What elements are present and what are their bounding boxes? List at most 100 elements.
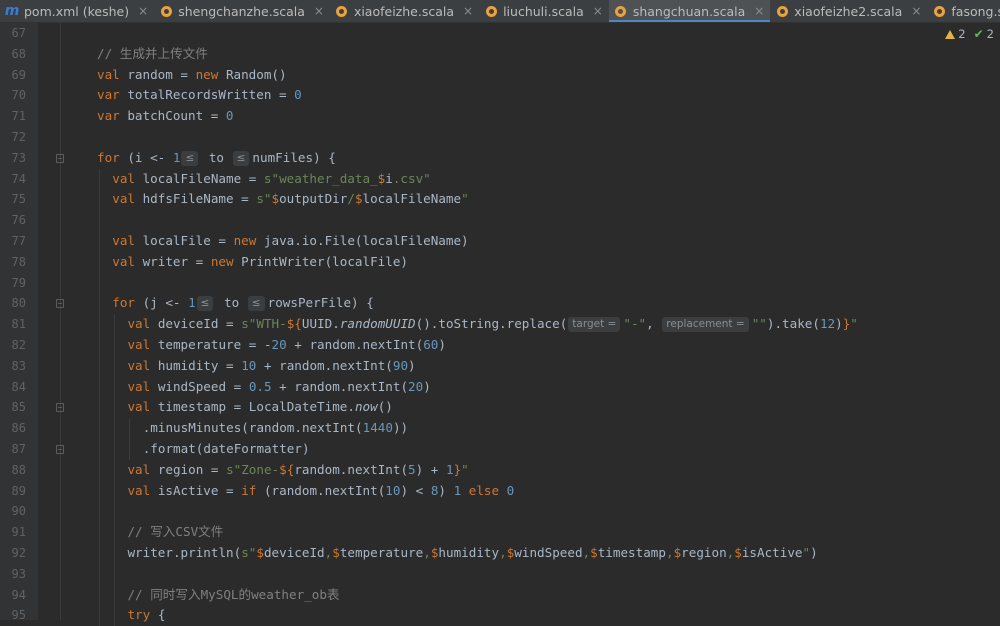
indent-guide xyxy=(99,438,100,460)
code-line[interactable]: 79 xyxy=(0,272,1000,294)
line-number: 71 xyxy=(11,109,26,124)
code-line[interactable]: 93 xyxy=(0,563,1000,585)
code-line[interactable]: 85 val timestamp = LocalDateTime.now() xyxy=(0,397,1000,419)
code-text: writer.println( xyxy=(127,544,242,560)
keyword-token: new xyxy=(195,66,226,82)
code-line[interactable]: 68 // 生成并上传文件 xyxy=(0,44,1000,65)
code-text: localFileName xyxy=(362,191,462,207)
code-line[interactable]: 74 val localFileName = s"weather_data_$i.… xyxy=(0,168,1000,190)
tab-fasong-scala[interactable]: fasong.scala× xyxy=(927,0,1000,22)
string-token: "" xyxy=(751,316,767,332)
tab-shengchanzhe-scala[interactable]: shengchanzhe.scala × xyxy=(154,0,330,22)
code-text: java.io.File(localFileName) xyxy=(263,232,469,248)
code-line[interactable]: 87 .format(dateFormatter) xyxy=(0,438,1000,460)
code-line[interactable]: 92 writer.println(s"$deviceId,$temperatur… xyxy=(0,542,1000,564)
line-number: 80 xyxy=(11,296,26,311)
inspection-widget[interactable]: 2 ✔ 2 xyxy=(945,27,994,41)
indent-guide xyxy=(114,501,116,523)
code-text: () xyxy=(377,399,393,415)
tab-xiaofeizhe2-scala[interactable]: xiaofeizhe2.scala × xyxy=(770,0,927,22)
code-line[interactable]: 67 xyxy=(0,23,1000,44)
indent-guide xyxy=(99,210,100,231)
code-text: localFileName = xyxy=(142,170,264,186)
code-line[interactable]: 70 var totalRecordsWritten = 0 xyxy=(0,85,1000,106)
close-tab-icon[interactable]: × xyxy=(463,4,473,18)
keyword-token: val xyxy=(112,191,143,207)
code-line[interactable]: 88 val region = s"Zone-${random.nextInt(5… xyxy=(0,459,1000,481)
code-line[interactable]: 80 for (j <- 1 ≤ to ≤ rowsPerFile) { xyxy=(0,293,1000,315)
line-number: 84 xyxy=(11,379,26,394)
code-line[interactable]: 71 var batchCount = 0 xyxy=(0,106,1000,127)
close-tab-icon[interactable]: × xyxy=(314,4,324,18)
indent-guide xyxy=(99,459,100,481)
code-line[interactable]: 78 val writer = new PrintWriter(localFile… xyxy=(0,251,1000,273)
line-number: 93 xyxy=(11,566,26,581)
editor-tab-bar: m pom.xml (keshe) × shengchanzhe.scala × xiao… xyxy=(0,0,1000,23)
keyword-token: for xyxy=(97,149,128,165)
close-tab-icon[interactable]: × xyxy=(138,4,148,18)
code-line[interactable]: 86 .minusMinutes(random.nextInt(1440)) xyxy=(0,418,1000,439)
fold-toggle-icon[interactable] xyxy=(56,444,64,454)
code-content: val temperature = -20 + random.nextInt(6… xyxy=(127,335,446,356)
code-text: windSpeed = xyxy=(157,378,249,394)
keyword-token: $ xyxy=(734,544,742,560)
code-line[interactable]: 77 val localFile = new java.io.File(local… xyxy=(0,230,1000,252)
keyword-token: val xyxy=(127,378,158,394)
keyword-token: $ xyxy=(332,544,340,560)
string-token: " xyxy=(461,461,469,477)
close-tab-icon[interactable]: × xyxy=(593,4,603,18)
code-text: ().toString.replace( xyxy=(415,316,568,332)
line-number: 77 xyxy=(11,233,26,248)
code-content: try { xyxy=(127,605,165,626)
string-token: / xyxy=(347,191,355,207)
tab-pom-xml-keshe[interactable]: m pom.xml (keshe) × xyxy=(0,0,154,22)
code-line[interactable]: 69 val random = new Random() xyxy=(0,65,1000,86)
code-line[interactable]: 81 val deviceId = s"WTH-${UUID.randomUUID… xyxy=(0,314,1000,335)
maven-m-icon: m xyxy=(4,3,20,19)
tab-label: xiaofeizhe2.scala xyxy=(794,3,903,19)
indent-guide xyxy=(129,418,131,439)
string-token: " xyxy=(802,544,811,560)
string-token: , xyxy=(665,544,674,560)
code-line[interactable]: 84 val windSpeed = 0.5 + random.nextInt(2… xyxy=(0,376,1000,398)
code-line[interactable]: 91 // 写入CSV文件 xyxy=(0,522,1000,543)
code-line[interactable]: 89 val isActive = if (random.nextInt(10) … xyxy=(0,480,1000,502)
fold-toggle-icon[interactable] xyxy=(56,403,64,413)
code-text: .format(dateFormatter) xyxy=(142,440,310,456)
code-content: val localFile = new java.io.File(localFi… xyxy=(112,231,468,252)
weak-warnings-indicator[interactable]: ✔ 2 xyxy=(974,27,994,41)
number-token: 1 xyxy=(188,295,196,311)
code-editor[interactable]: 67 68 // 生成并上传文件 69 val random = new Random(… xyxy=(0,23,1000,626)
code-line[interactable]: 76 xyxy=(0,210,1000,231)
indent-guide xyxy=(114,480,116,502)
code-line[interactable]: 72 xyxy=(0,127,1000,148)
fold-toggle-icon[interactable] xyxy=(56,299,64,309)
string-token: , xyxy=(499,544,507,560)
tab-shangchuan-scala[interactable]: shangchuan.scala × xyxy=(608,0,771,22)
warnings-indicator[interactable]: 2 xyxy=(945,27,966,41)
code-content: val isActive = if (random.nextInt(10) < … xyxy=(127,481,514,502)
code-line[interactable]: 73 for (i <- 1 ≤ to ≤ numFiles) { xyxy=(0,148,1000,169)
tab-liuchuli-scala[interactable]: liuchuli.scala × xyxy=(479,0,609,22)
code-line[interactable]: 90 xyxy=(0,501,1000,523)
close-tab-icon[interactable]: × xyxy=(911,4,921,18)
indent-guide xyxy=(114,418,116,439)
code-content: val timestamp = LocalDateTime.now() xyxy=(127,397,392,418)
line-number: 95 xyxy=(11,608,26,623)
code-line[interactable]: 83 val humidity = 10 + random.nextInt(90) xyxy=(0,355,1000,377)
code-line[interactable]: 82 val temperature = -20 + random.nextInt… xyxy=(0,334,1000,356)
number-token: 5 xyxy=(408,461,416,477)
fold-toggle-icon[interactable] xyxy=(56,153,64,163)
code-text: ) xyxy=(835,316,843,332)
close-tab-icon[interactable]: × xyxy=(754,4,764,18)
code-line[interactable]: 95 try { xyxy=(0,605,1000,626)
tab-xiaofeizhe-scala[interactable]: xiaofeizhe.scala × xyxy=(330,0,479,22)
indent-guide xyxy=(99,480,100,502)
string-token: "-" xyxy=(623,316,647,332)
code-line[interactable]: 75 val hdfsFileName = s"$outputDir/$local… xyxy=(0,189,1000,211)
indent-guide xyxy=(99,168,100,190)
code-line[interactable]: 94 // 同时写入MySQL的weather_ob表 xyxy=(0,584,1000,606)
code-text: region = xyxy=(157,461,227,477)
line-number: 79 xyxy=(11,275,26,290)
line-number: 72 xyxy=(11,129,26,144)
